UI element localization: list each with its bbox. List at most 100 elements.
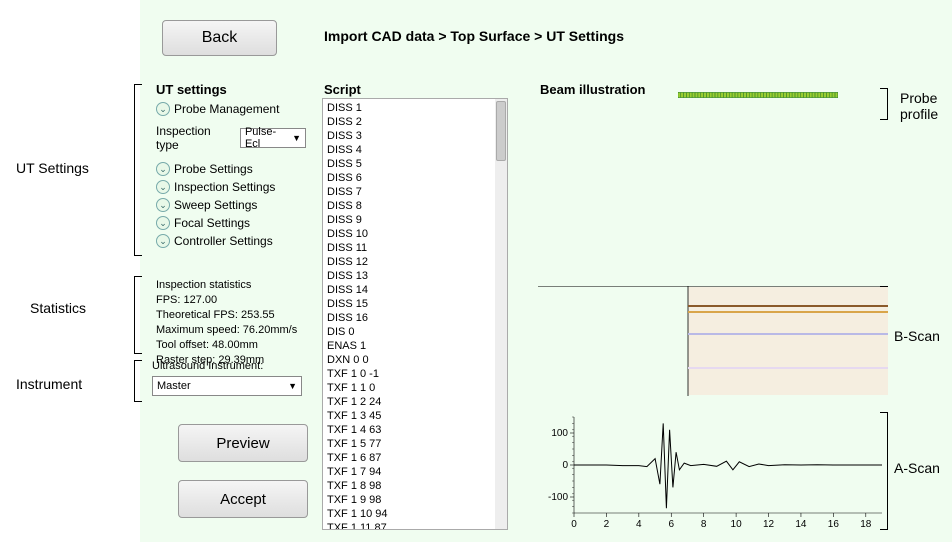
- script-list-content: DISS 1DISS 2DISS 3DISS 4DISS 5DISS 6DISS…: [323, 99, 495, 529]
- script-line[interactable]: DISS 4: [327, 143, 491, 157]
- svg-text:-100: -100: [548, 492, 568, 503]
- script-line[interactable]: DISS 16: [327, 311, 491, 325]
- chevron-down-icon: ⌄: [156, 216, 170, 230]
- svg-text:18: 18: [860, 519, 872, 530]
- chevron-down-icon: ⌄: [156, 102, 170, 116]
- tree-item-label: Controller Settings: [174, 234, 273, 248]
- svg-text:14: 14: [795, 519, 807, 530]
- stat-fps: FPS: 127.00: [156, 293, 304, 308]
- tree-item-inspection-settings[interactable]: ⌄ Inspection Settings: [156, 178, 306, 196]
- script-line[interactable]: DISS 12: [327, 255, 491, 269]
- stat-theoretical-fps: Theoretical FPS: 253.55: [156, 308, 304, 323]
- column-header-script: Script: [324, 82, 361, 97]
- chevron-down-icon: ⌄: [156, 180, 170, 194]
- svg-text:100: 100: [551, 428, 568, 439]
- script-line[interactable]: DISS 7: [327, 185, 491, 199]
- script-line[interactable]: DXN 0 0: [327, 353, 491, 367]
- inspection-type-value: Pulse-Ecl: [245, 126, 288, 150]
- stat-max-speed: Maximum speed: 76.20mm/s: [156, 323, 304, 338]
- scrollbar-vertical[interactable]: [495, 99, 507, 529]
- tree-item-label: Focal Settings: [174, 216, 250, 230]
- brace-ut-settings: [134, 84, 142, 256]
- breadcrumb: Import CAD data > Top Surface > UT Setti…: [324, 28, 624, 44]
- script-line[interactable]: TXF 1 3 45: [327, 409, 491, 423]
- script-line[interactable]: DISS 9: [327, 213, 491, 227]
- brace-probe-profile: [880, 88, 888, 120]
- annotation-probe-profile-l1: Probe: [900, 90, 937, 106]
- instrument-label: Ultrasound Instrument:: [152, 360, 312, 372]
- script-line[interactable]: TXF 1 6 87: [327, 451, 491, 465]
- tree-item-label: Sweep Settings: [174, 198, 257, 212]
- preview-button[interactable]: Preview: [178, 424, 308, 462]
- script-listbox[interactable]: DISS 1DISS 2DISS 3DISS 4DISS 5DISS 6DISS…: [322, 98, 508, 530]
- svg-text:12: 12: [763, 519, 775, 530]
- instrument-panel: Ultrasound Instrument: Master ▼: [152, 360, 312, 396]
- script-line[interactable]: DISS 1: [327, 101, 491, 115]
- ascan-graphic: -1000100024681012141618: [538, 413, 886, 531]
- tree-item-probe-management[interactable]: ⌄ Probe Management: [156, 100, 306, 118]
- script-line[interactable]: TXF 1 2 24: [327, 395, 491, 409]
- svg-text:8: 8: [701, 519, 707, 530]
- svg-text:0: 0: [562, 460, 568, 471]
- bscan-graphic: [538, 286, 888, 396]
- tree-item-probe-settings[interactable]: ⌄ Probe Settings: [156, 160, 306, 178]
- annotation-statistics: Statistics: [30, 300, 86, 316]
- inspection-type-row: Inspection type Pulse-Ecl ▼: [156, 124, 306, 152]
- statistics-title: Inspection statistics: [156, 278, 304, 293]
- svg-text:10: 10: [731, 519, 743, 530]
- script-line[interactable]: DISS 8: [327, 199, 491, 213]
- caret-down-icon: ▼: [292, 133, 301, 143]
- svg-text:4: 4: [636, 519, 642, 530]
- tree-item-label: Inspection Settings: [174, 180, 275, 194]
- tree-item-sweep-settings[interactable]: ⌄ Sweep Settings: [156, 196, 306, 214]
- tree-item-focal-settings[interactable]: ⌄ Focal Settings: [156, 214, 306, 232]
- column-header-ut-settings: UT settings: [156, 82, 227, 97]
- accept-button[interactable]: Accept: [178, 480, 308, 518]
- script-line[interactable]: TXF 1 0 -1: [327, 367, 491, 381]
- annotation-probe-profile: Probe profile: [900, 90, 938, 122]
- script-line[interactable]: TXF 1 11 87: [327, 521, 491, 530]
- instrument-value: Master: [157, 380, 191, 392]
- script-line[interactable]: DISS 2: [327, 115, 491, 129]
- tree-item-label: Probe Management: [174, 102, 279, 116]
- statistics-panel: Inspection statistics FPS: 127.00 Theore…: [152, 276, 308, 370]
- scrollbar-thumb[interactable]: [496, 101, 506, 161]
- script-line[interactable]: TXF 1 9 98: [327, 493, 491, 507]
- script-line[interactable]: TXF 1 1 0: [327, 381, 491, 395]
- inspection-type-label: Inspection type: [156, 124, 234, 152]
- script-line[interactable]: DISS 5: [327, 157, 491, 171]
- annotation-ascan: A-Scan: [894, 460, 940, 476]
- script-line[interactable]: TXF 1 5 77: [327, 437, 491, 451]
- script-line[interactable]: TXF 1 8 98: [327, 479, 491, 493]
- back-button[interactable]: Back: [162, 20, 277, 56]
- brace-statistics: [134, 276, 142, 354]
- ut-settings-panel: ⌄ Probe Management Inspection type Pulse…: [156, 100, 306, 250]
- script-line[interactable]: ENAS 1: [327, 339, 491, 353]
- chevron-down-icon: ⌄: [156, 198, 170, 212]
- script-line[interactable]: DISS 3: [327, 129, 491, 143]
- script-line[interactable]: DISS 11: [327, 241, 491, 255]
- script-line[interactable]: TXF 1 4 63: [327, 423, 491, 437]
- annotation-bscan: B-Scan: [894, 328, 940, 344]
- brace-instrument: [134, 360, 142, 402]
- column-header-beam-illustration: Beam illustration: [540, 82, 645, 97]
- script-line[interactable]: DIS 0: [327, 325, 491, 339]
- svg-text:16: 16: [828, 519, 840, 530]
- script-line[interactable]: TXF 1 10 94: [327, 507, 491, 521]
- instrument-select[interactable]: Master ▼: [152, 376, 302, 396]
- svg-text:6: 6: [668, 519, 674, 530]
- probe-profile-graphic: [678, 92, 838, 98]
- script-line[interactable]: DISS 13: [327, 269, 491, 283]
- script-line[interactable]: DISS 15: [327, 297, 491, 311]
- annotation-ut-settings: UT Settings: [16, 160, 89, 176]
- annotation-probe-profile-l2: profile: [900, 106, 938, 122]
- script-line[interactable]: DISS 6: [327, 171, 491, 185]
- script-line[interactable]: DISS 14: [327, 283, 491, 297]
- inspection-type-select[interactable]: Pulse-Ecl ▼: [240, 128, 306, 148]
- stat-tool-offset: Tool offset: 48.00mm: [156, 338, 304, 353]
- chevron-down-icon: ⌄: [156, 162, 170, 176]
- script-line[interactable]: TXF 1 7 94: [327, 465, 491, 479]
- tree-item-controller-settings[interactable]: ⌄ Controller Settings: [156, 232, 306, 250]
- chevron-down-icon: ⌄: [156, 234, 170, 248]
- script-line[interactable]: DISS 10: [327, 227, 491, 241]
